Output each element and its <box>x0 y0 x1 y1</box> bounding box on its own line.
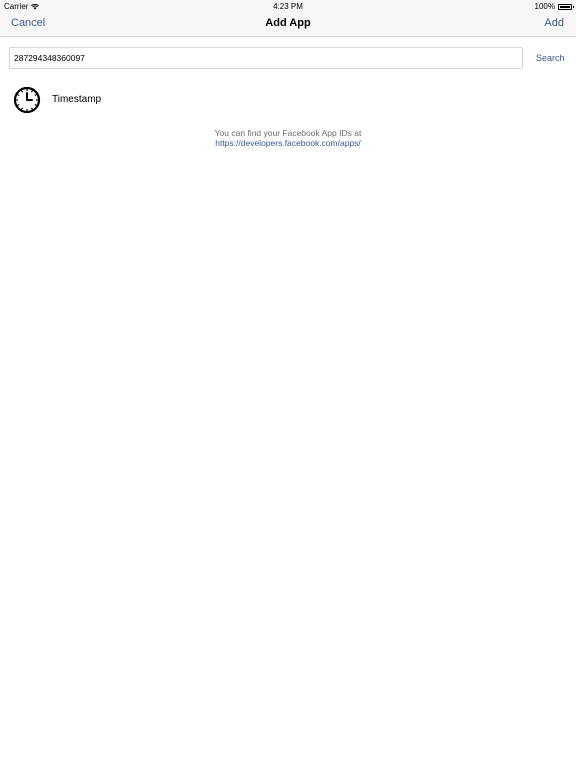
result-label: Timestamp <box>52 94 102 105</box>
result-row-timestamp[interactable]: Timestamp <box>0 84 576 114</box>
battery-fill <box>560 5 570 8</box>
status-bar: Carrier 4:23 PM 100% <box>0 0 576 12</box>
hint-text: You can find your Facebook App IDs at ht… <box>0 128 576 148</box>
status-time: 4:23 PM <box>273 2 303 11</box>
navigation-bar: Cancel Add App Add <box>0 12 576 37</box>
page-title: Add App <box>265 17 311 29</box>
status-battery: 100% <box>534 2 574 11</box>
battery-percent: 100% <box>534 2 555 11</box>
developers-link[interactable]: https://developers.facebook.com/apps/ <box>0 138 576 148</box>
hint-message: You can find your Facebook App IDs at <box>214 128 362 138</box>
search-button[interactable]: Search <box>536 53 565 63</box>
app-id-search-input[interactable] <box>9 47 523 69</box>
add-button[interactable]: Add <box>544 17 564 29</box>
battery-nub <box>573 5 574 8</box>
battery-icon <box>558 3 574 10</box>
clock-icon <box>13 86 41 114</box>
